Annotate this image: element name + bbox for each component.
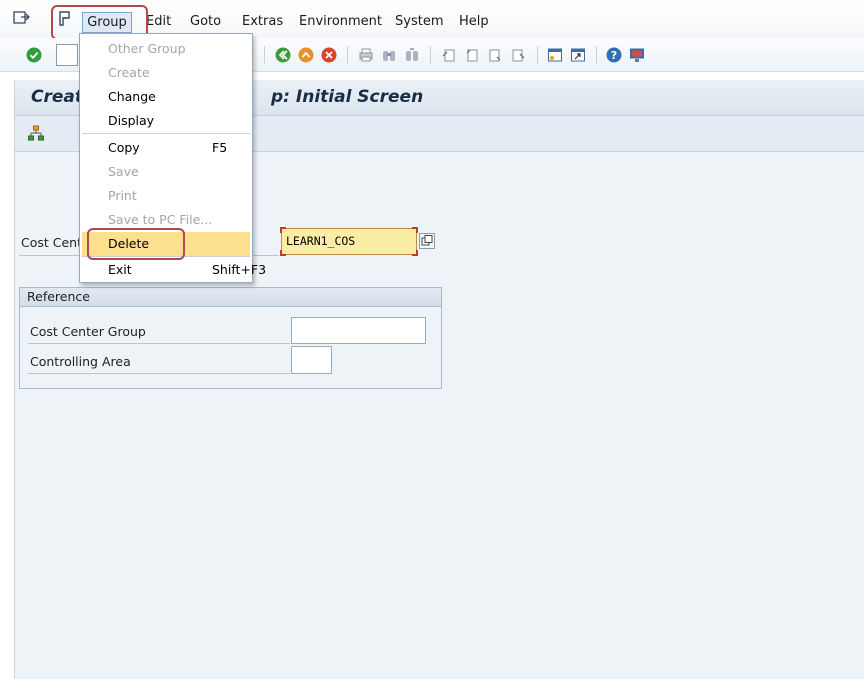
copy-icon — [421, 235, 433, 246]
menu-item-other-group: Other Group — [108, 41, 186, 56]
back-icon[interactable] — [275, 47, 291, 63]
menu-item-display[interactable]: Display — [80, 109, 252, 133]
menu-item-print: Print — [108, 188, 137, 203]
exit-icon[interactable] — [298, 47, 314, 63]
shortcut-icon[interactable] — [570, 47, 586, 63]
first-page-icon[interactable] — [441, 47, 457, 63]
menu-extras[interactable]: Extras — [242, 12, 283, 32]
copy-shortcut: F5 — [212, 140, 228, 155]
menu-item-copy[interactable]: Copy F5 — [80, 136, 252, 160]
cancel-icon[interactable] — [321, 47, 337, 63]
menu-goto[interactable]: Goto — [190, 12, 221, 32]
reference-group-box: Reference Cost Center Group Controlling … — [19, 287, 442, 389]
enter-check-icon[interactable] — [26, 47, 42, 63]
cost-center-group-label: Cost Center Group — [30, 324, 146, 339]
screen-title: Creat p: Initial Screen — [31, 87, 424, 107]
delete-highlight — [87, 228, 185, 260]
reference-group-input[interactable] — [291, 317, 426, 344]
create-session-icon[interactable] — [547, 47, 563, 63]
menu-system[interactable]: System — [395, 12, 443, 32]
next-page-icon[interactable] — [487, 47, 503, 63]
find-icon[interactable] — [381, 47, 397, 63]
controlling-area-input[interactable] — [291, 346, 332, 374]
help-icon[interactable]: ? — [606, 47, 622, 63]
controlling-area-label: Controlling Area — [30, 354, 131, 369]
menu-item-create: Create — [108, 65, 150, 80]
exit-system-icon[interactable] — [13, 10, 31, 30]
reference-header: Reference — [20, 288, 441, 307]
hierarchy-icon[interactable] — [28, 125, 44, 145]
menu-environment[interactable]: Environment — [299, 12, 382, 32]
menu-item-save: Save — [108, 164, 139, 179]
customize-layout-icon[interactable] — [629, 47, 645, 63]
exit-shortcut: Shift+F3 — [212, 262, 267, 277]
print-icon[interactable] — [358, 47, 374, 63]
menu-help[interactable]: Help — [459, 12, 489, 32]
menu-item-exit[interactable]: Exit Shift+F3 — [80, 258, 266, 282]
previous-page-icon[interactable] — [464, 47, 480, 63]
svg-text:?: ? — [611, 49, 617, 62]
last-page-icon[interactable] — [510, 47, 526, 63]
menu-item-change[interactable]: Change — [80, 85, 252, 109]
menu-edit[interactable]: Edit — [146, 12, 171, 32]
value-help-button[interactable] — [419, 233, 435, 249]
cost-center-label: Cost Cent — [21, 235, 83, 250]
cost-center-group-input[interactable]: LEARN1_COS — [281, 228, 417, 255]
command-field[interactable] — [56, 44, 78, 66]
find-next-icon[interactable] — [404, 47, 420, 63]
